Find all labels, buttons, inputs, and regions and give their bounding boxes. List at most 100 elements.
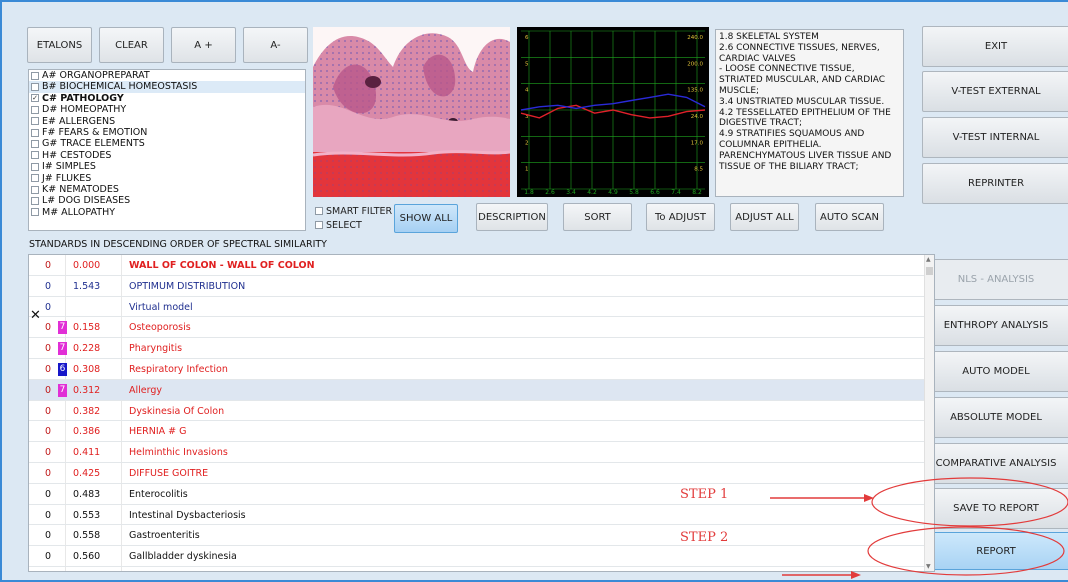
table-row[interactable]: 0 6 0.308 Respiratory Infection: [29, 359, 934, 380]
category-item[interactable]: H# CESTODES: [29, 150, 305, 161]
row-badge: 7: [58, 321, 67, 335]
category-list[interactable]: A# ORGANOPREPARAT B# BIOCHEMICAL HOMEOSTA…: [28, 69, 306, 231]
table-row[interactable]: 0 0.483 Enterocolitis: [29, 484, 934, 505]
to-adjust-button[interactable]: To ADJUST: [646, 203, 715, 231]
table-row[interactable]: 0 Virtual model: [29, 297, 934, 318]
category-item[interactable]: L# DOG DISEASES: [29, 195, 305, 206]
category-item[interactable]: A# ORGANOPREPARAT: [29, 70, 305, 81]
nls-analysis-button[interactable]: NLS - ANALYSIS: [922, 259, 1068, 300]
category-label: M# ALLOPATHY: [42, 206, 116, 218]
save-to-report-button[interactable]: SAVE TO REPORT: [922, 488, 1068, 529]
category-checkbox[interactable]: [31, 71, 39, 80]
etalons-button[interactable]: ETALONS: [27, 27, 92, 63]
category-checkbox[interactable]: [31, 174, 39, 183]
category-checkbox[interactable]: [31, 140, 39, 149]
category-item[interactable]: G# TRACE ELEMENTS: [29, 138, 305, 149]
select-checkbox[interactable]: SELECT: [315, 218, 392, 232]
row-name: Dyskinesia Of Colon: [129, 405, 225, 417]
graph-x-tick: 4.2: [587, 189, 597, 196]
entropy-analysis-button[interactable]: ENTHROPY ANALYSIS: [922, 305, 1068, 346]
report-button[interactable]: REPORT: [922, 532, 1068, 570]
scroll-up-icon[interactable]: ▲: [926, 256, 931, 263]
category-checkbox[interactable]: [31, 83, 39, 92]
a-plus-button[interactable]: A +: [171, 27, 236, 63]
row-name: Enterocolitis: [129, 488, 188, 500]
category-label: J# FLUKES: [42, 172, 92, 184]
category-item[interactable]: M# ALLOPATHY: [29, 207, 305, 218]
category-item[interactable]: D# HOMEOPATHY: [29, 104, 305, 115]
adjust-all-button[interactable]: ADJUST ALL: [730, 203, 799, 231]
table-row[interactable]: 0 0.386 HERNIA # G: [29, 421, 934, 443]
row-count: 0: [45, 488, 52, 500]
standards-list[interactable]: 0 0.000 WALL OF COLON - WALL OF COLON 0 1.54…: [28, 254, 935, 572]
category-checkbox[interactable]: ✓: [31, 94, 39, 103]
graph-x-tick: 1.8: [524, 189, 534, 196]
row-count: 0: [45, 384, 52, 396]
table-row[interactable]: 0 0.411 Helminthic Invasions: [29, 442, 934, 463]
row-count: 0: [45, 260, 52, 271]
table-row[interactable]: 0 1.543 OPTIMUM DISTRIBUTION: [29, 276, 934, 297]
row-value: 0.158: [73, 322, 101, 334]
graph-x-tick: 2.6: [545, 189, 555, 196]
category-item[interactable]: E# ALLERGENS: [29, 116, 305, 127]
category-label: I# SIMPLES: [42, 161, 96, 173]
table-row[interactable]: 0 0.560 Gallbladder dyskinesia: [29, 546, 934, 567]
select-label: SELECT: [326, 219, 362, 231]
close-icon[interactable]: ✕: [30, 308, 41, 323]
auto-model-button[interactable]: AUTO MODEL: [922, 351, 1068, 392]
sort-button[interactable]: SORT: [563, 203, 632, 231]
category-checkbox[interactable]: [31, 196, 39, 205]
row-value: 0.553: [73, 509, 101, 521]
absolute-model-button[interactable]: ABSOLUTE MODEL: [922, 397, 1068, 438]
category-item[interactable]: J# FLUKES: [29, 173, 305, 184]
auto-scan-button[interactable]: AUTO SCAN: [815, 203, 884, 231]
category-item[interactable]: ✓ C# PATHOLOGY: [29, 93, 305, 104]
graph-y-tick: 200.0: [687, 61, 703, 67]
category-item[interactable]: I# SIMPLES: [29, 161, 305, 172]
table-row[interactable]: 0 7 0.312 Allergy: [29, 379, 934, 401]
scroll-thumb[interactable]: [926, 267, 933, 275]
row-count: 0: [45, 280, 52, 292]
table-row[interactable]: 0 0.000 WALL OF COLON - WALL OF COLON: [29, 255, 934, 276]
comparative-analysis-button[interactable]: COMPARATIVE ANALYSIS: [922, 443, 1068, 484]
row-value: 0.382: [73, 405, 101, 417]
a-minus-button[interactable]: A-: [243, 27, 308, 63]
row-value: 0.000: [73, 260, 101, 271]
table-row[interactable]: 0 0.553 Intestinal Dysbacteriosis: [29, 505, 934, 526]
row-value: 0.386: [73, 426, 101, 438]
exit-button[interactable]: EXIT: [922, 26, 1068, 67]
table-row[interactable]: 0 7 0.158 Osteoporosis: [29, 317, 934, 339]
vtest-external-button[interactable]: V-TEST EXTERNAL: [922, 71, 1068, 112]
category-item[interactable]: K# NEMATODES: [29, 184, 305, 195]
category-checkbox[interactable]: [31, 208, 39, 217]
scroll-down-icon[interactable]: ▼: [926, 563, 931, 570]
clear-button[interactable]: CLEAR: [99, 27, 164, 63]
table-row[interactable]: 00.563HAEMORRHOIDS: [29, 567, 934, 571]
table-row[interactable]: 0 0.558 Gastroenteritis: [29, 525, 934, 547]
category-checkbox[interactable]: [31, 151, 39, 160]
category-checkbox[interactable]: [31, 185, 39, 194]
graph-y-left-tick: 6: [525, 35, 529, 41]
row-badge: 6: [58, 363, 67, 376]
graph-y-tick: 135.0: [687, 88, 703, 94]
smart-filter-checkbox[interactable]: SMART FILTER: [315, 204, 392, 218]
description-button[interactable]: DESCRIPTION: [476, 203, 548, 231]
show-all-button[interactable]: SHOW ALL: [394, 204, 458, 233]
table-row[interactable]: 0 7 0.228 Pharyngitis: [29, 338, 934, 359]
row-count: 0: [45, 343, 52, 355]
reprinter-button[interactable]: REPRINTER: [922, 163, 1068, 204]
category-checkbox[interactable]: [31, 117, 39, 126]
graph-y-left-tick: 4: [525, 88, 529, 94]
category-checkbox[interactable]: [31, 162, 39, 171]
table-row[interactable]: 0 0.425 DIFFUSE GOITRE: [29, 463, 934, 484]
vtest-internal-button[interactable]: V-TEST INTERNAL: [922, 117, 1068, 158]
table-row[interactable]: 0 0.382 Dyskinesia Of Colon: [29, 401, 934, 422]
category-item[interactable]: F# FEARS & EMOTION: [29, 127, 305, 138]
graph-y-tick: 17.0: [691, 140, 704, 146]
category-checkbox[interactable]: [31, 105, 39, 114]
category-checkbox[interactable]: [31, 128, 39, 137]
tissue-image: [313, 27, 510, 197]
description-panel: 1.8 SKELETAL SYSTEM 2.6 CONNECTIVE TISSU…: [715, 29, 904, 197]
category-item[interactable]: B# BIOCHEMICAL HOMEOSTASIS: [29, 81, 305, 93]
list-scrollbar[interactable]: ▲ ▼: [924, 255, 934, 571]
